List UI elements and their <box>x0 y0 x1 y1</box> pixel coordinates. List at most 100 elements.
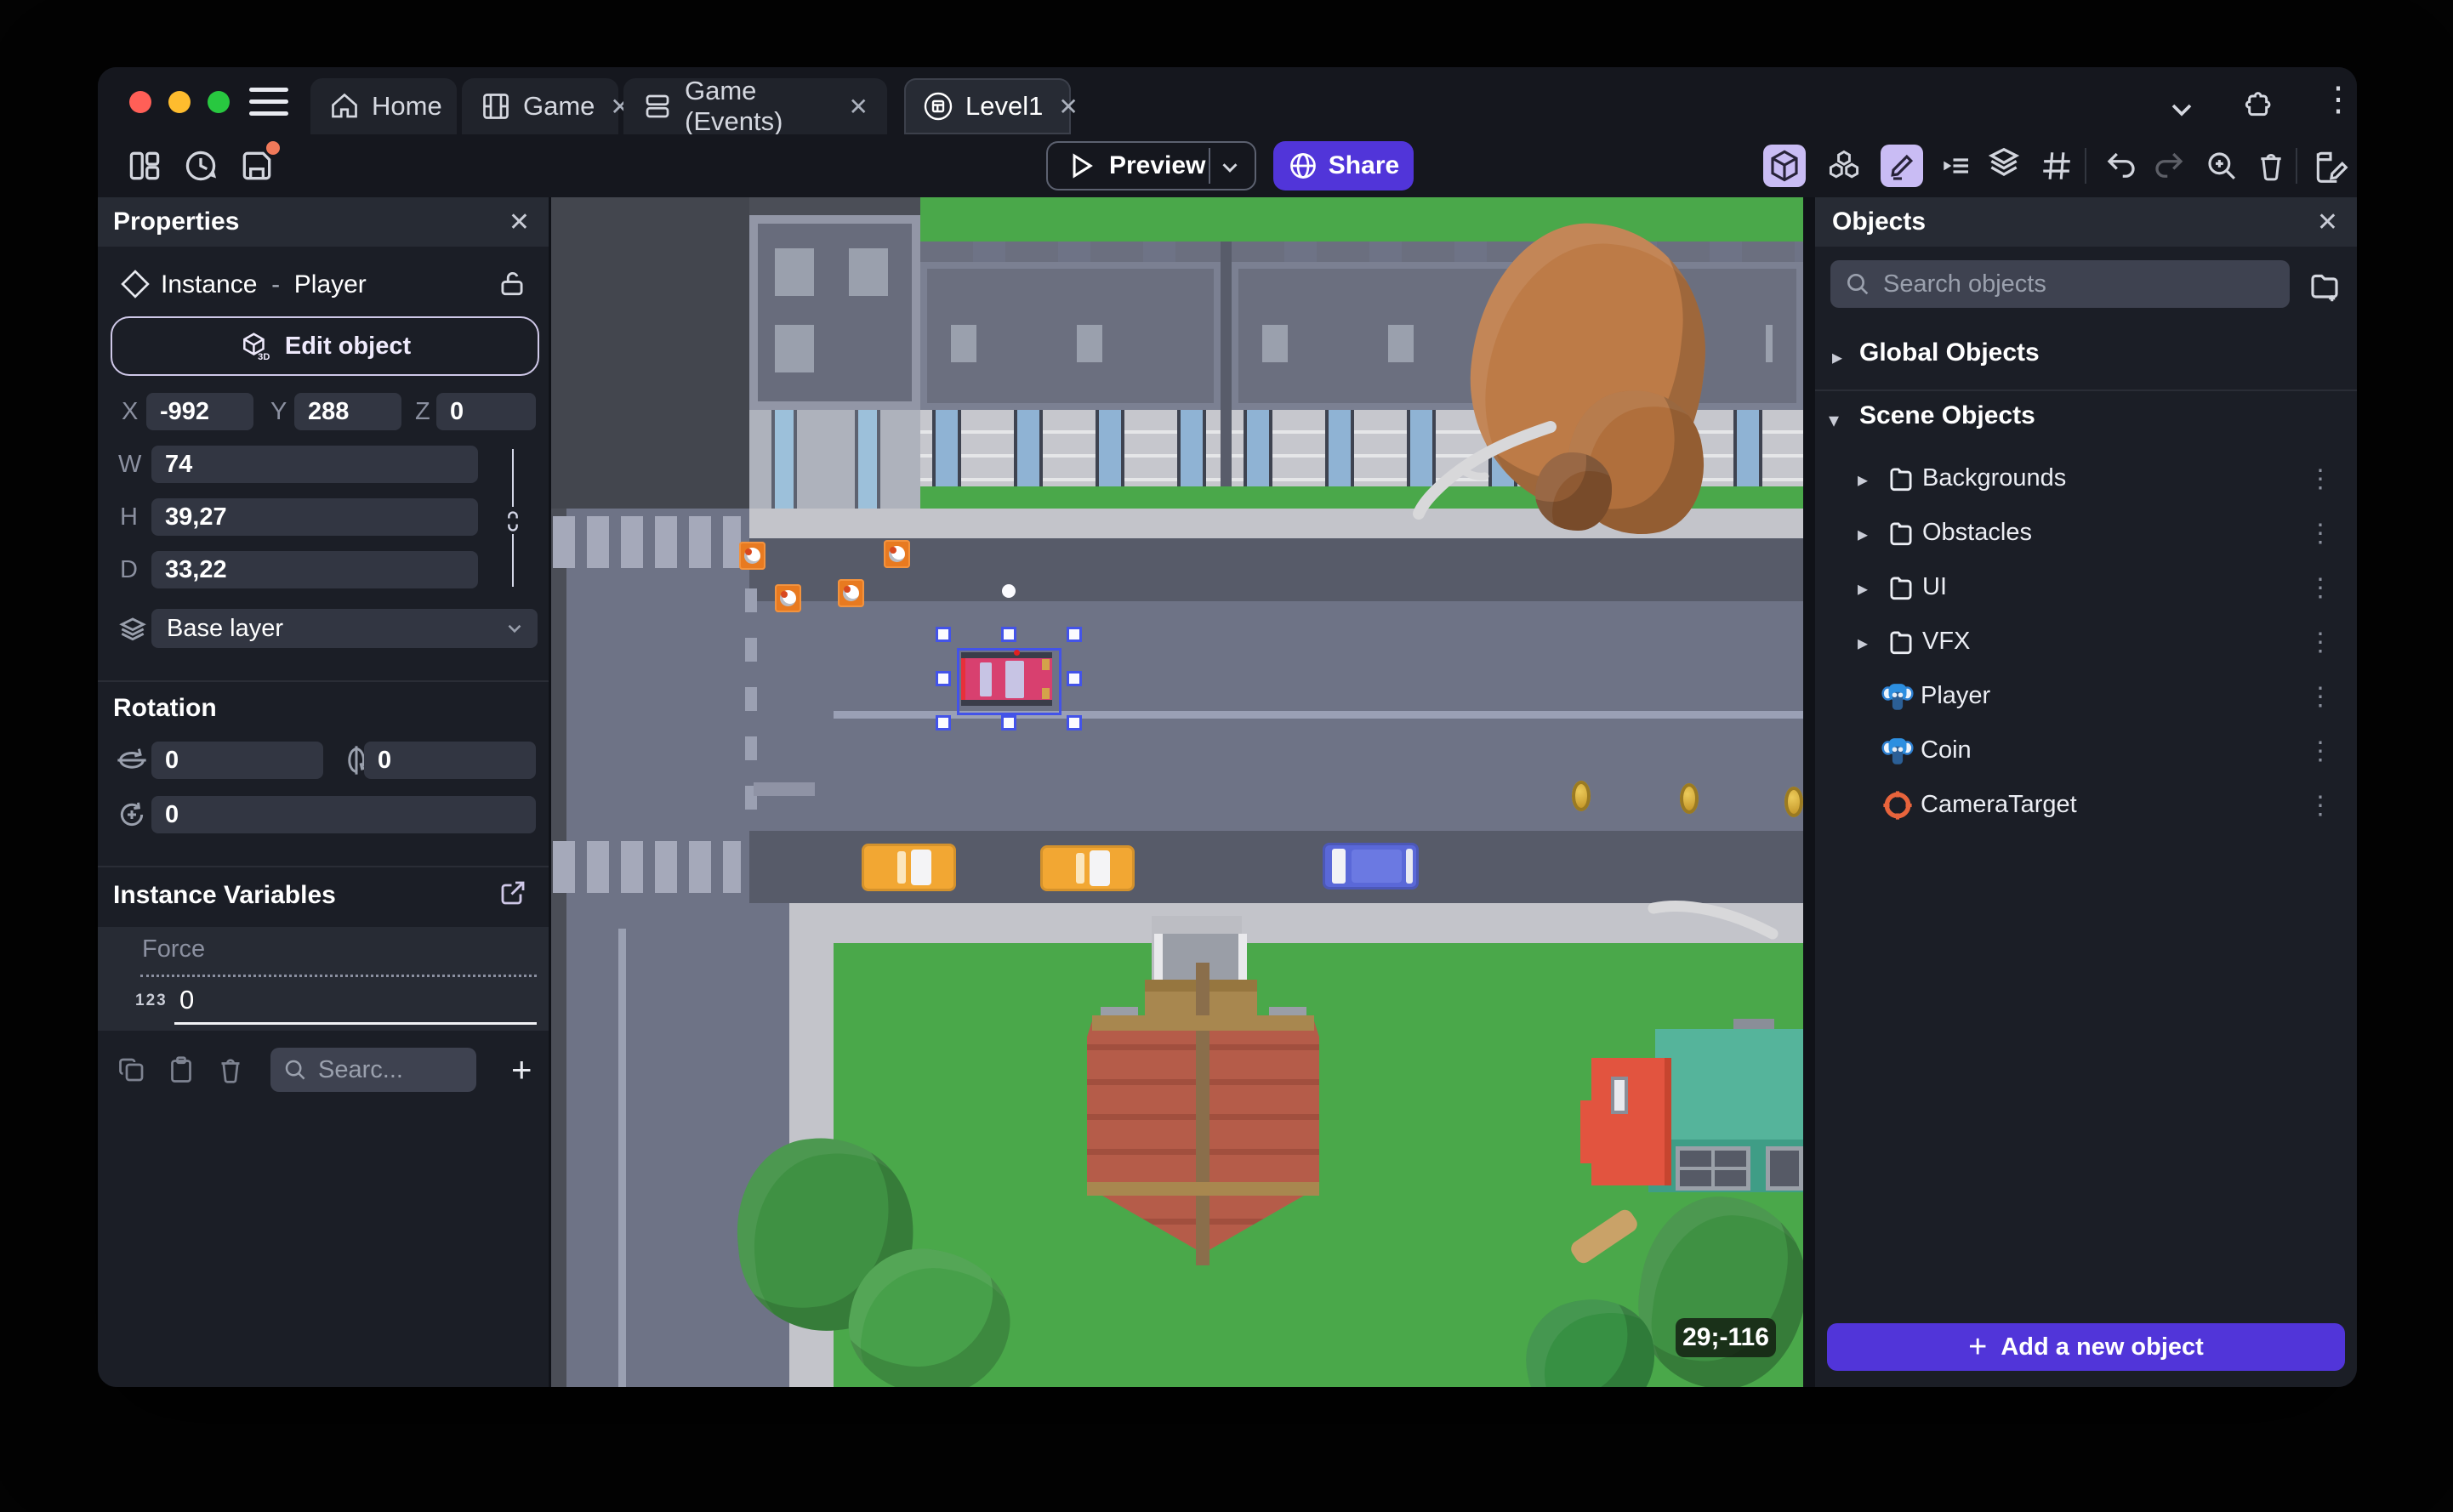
x-input[interactable] <box>146 393 253 430</box>
row-menu-icon[interactable]: ⋮ <box>2308 573 2333 603</box>
open-variables-dialog-icon[interactable] <box>498 878 528 908</box>
selection-handle-se[interactable] <box>1067 715 1082 730</box>
objects-search[interactable] <box>1830 260 2290 308</box>
object-item-cameratarget[interactable]: CameraTarget ⋮ <box>1815 779 2357 833</box>
row-menu-icon[interactable]: ⋮ <box>2308 791 2333 821</box>
tab-level1[interactable]: Level1 ✕ <box>904 78 1079 134</box>
instance-obstacle-car-yellow[interactable] <box>1040 845 1135 891</box>
fallen-branch-white[interactable] <box>1410 410 1563 520</box>
variables-search[interactable] <box>270 1048 476 1092</box>
traffic-light-close[interactable] <box>129 91 151 113</box>
tab-home[interactable]: Home <box>310 78 457 134</box>
folder-expander[interactable]: ▸ <box>1858 631 1868 656</box>
row-menu-icon[interactable]: ⋮ <box>2308 628 2333 657</box>
height-input[interactable] <box>151 498 478 536</box>
copy-icon[interactable] <box>117 1054 147 1085</box>
preview-chevron-down-icon[interactable] <box>1217 155 1243 180</box>
object-folder-backgrounds[interactable]: ▸ Backgrounds ⋮ <box>1815 452 2357 507</box>
instance-obstacle-car-blue[interactable] <box>1323 843 1419 890</box>
tab-game-events[interactable]: Game (Events) ✕ <box>623 76 887 136</box>
zoom-in-icon[interactable] <box>2200 145 2243 187</box>
layer-select[interactable]: Base layer <box>151 609 538 648</box>
instance-coin[interactable] <box>1680 783 1699 814</box>
object-folder-obstacles[interactable]: ▸ Obstacles ⋮ <box>1815 507 2357 561</box>
global-objects-expander[interactable]: ▸ <box>1832 345 1842 370</box>
folder-expander[interactable]: ▸ <box>1858 468 1868 492</box>
tab-close-icon[interactable]: ✕ <box>1058 93 1078 121</box>
delete-icon[interactable] <box>2250 145 2292 187</box>
selection-handle-nw[interactable] <box>936 627 951 642</box>
y-input[interactable] <box>294 393 401 430</box>
instances-list-icon[interactable] <box>1935 145 1978 187</box>
layers-icon[interactable] <box>1983 145 2025 187</box>
close-objects-icon[interactable]: ✕ <box>2317 207 2338 237</box>
extensions-puzzle-icon[interactable] <box>2238 88 2275 122</box>
rotation-y-input[interactable] <box>364 742 536 779</box>
link-dimensions-icon[interactable] <box>501 509 525 534</box>
folder-expander[interactable]: ▸ <box>1858 522 1868 547</box>
folder-expander[interactable]: ▸ <box>1858 577 1868 601</box>
z-input[interactable] <box>436 393 536 430</box>
row-menu-icon[interactable]: ⋮ <box>2308 519 2333 549</box>
selection-handle-e[interactable] <box>1067 671 1082 686</box>
rotation-z-input[interactable] <box>151 796 536 833</box>
paste-icon[interactable] <box>166 1054 196 1085</box>
traffic-light-minimize[interactable] <box>168 91 191 113</box>
edit-mode-pencil-icon[interactable] <box>1881 145 1923 187</box>
selection-handle-ne[interactable] <box>1067 627 1082 642</box>
share-button[interactable]: Share <box>1273 141 1414 190</box>
global-objects-group[interactable]: Global Objects <box>1859 338 2040 367</box>
object-item-player[interactable]: Player ⋮ <box>1815 670 2357 725</box>
row-menu-icon[interactable]: ⋮ <box>2308 682 2333 712</box>
teal-building-entrance[interactable] <box>1591 1058 1671 1185</box>
fallen-branch-white-2[interactable] <box>1645 893 1781 944</box>
object-folder-ui[interactable]: ▸ UI ⋮ <box>1815 561 2357 616</box>
layout-panels-icon[interactable] <box>123 145 166 187</box>
window-chevron-down-icon[interactable] <box>2163 93 2200 127</box>
instance-vfx[interactable] <box>739 542 765 570</box>
rotation-x-input[interactable] <box>151 742 323 779</box>
selection-handle-sw[interactable] <box>936 715 951 730</box>
scene-canvas[interactable]: 29;-116 <box>551 197 1803 1387</box>
save-icon[interactable] <box>236 141 280 187</box>
object-item-coin[interactable]: Coin ⋮ <box>1815 725 2357 779</box>
edit-object-button[interactable]: 3D Edit object <box>111 316 539 376</box>
tab-game[interactable]: Game ✕ <box>462 78 630 134</box>
add-variable-icon[interactable]: + <box>511 1049 532 1090</box>
variables-search-input[interactable] <box>316 1054 464 1085</box>
selection-handle-s[interactable] <box>1001 715 1016 730</box>
view-3d-toggle-icon[interactable] <box>1763 145 1806 187</box>
tab-close-icon[interactable]: ✕ <box>849 93 868 121</box>
selection-handle-w[interactable] <box>936 671 951 686</box>
lock-open-icon[interactable] <box>496 267 528 299</box>
browser-menu-icon[interactable]: ⋮ <box>2319 82 2357 118</box>
add-folder-icon[interactable] <box>2307 267 2342 303</box>
preview-button[interactable]: Preview <box>1046 141 1256 190</box>
add-new-object-button[interactable]: + Add a new object <box>1827 1323 2345 1371</box>
history-icon[interactable] <box>179 145 222 187</box>
instance-coin[interactable] <box>1572 781 1591 811</box>
grid-icon[interactable] <box>2035 145 2078 187</box>
redo-icon[interactable] <box>2148 145 2190 187</box>
close-properties-icon[interactable]: ✕ <box>509 207 530 237</box>
undo-icon[interactable] <box>2100 145 2143 187</box>
edit-scene-properties-icon[interactable] <box>2309 145 2352 187</box>
scene-objects-expander[interactable]: ▾ <box>1829 408 1839 433</box>
traffic-light-zoom[interactable] <box>208 91 230 113</box>
instance-coin[interactable] <box>1784 787 1803 817</box>
variable-value[interactable]: 0 <box>179 985 194 1015</box>
instance-vfx[interactable] <box>775 584 801 612</box>
teal-building-roof[interactable] <box>1655 1029 1803 1140</box>
variable-row[interactable]: Force 123 0 <box>98 927 549 1031</box>
main-menu-icon[interactable] <box>249 88 288 117</box>
rotate-handle[interactable] <box>1002 584 1016 598</box>
scene-objects-group[interactable]: Scene Objects <box>1859 401 2035 430</box>
object-folder-vfx[interactable]: ▸ VFX ⋮ <box>1815 616 2357 670</box>
selection-handle-n[interactable] <box>1001 627 1016 642</box>
row-menu-icon[interactable]: ⋮ <box>2308 736 2333 766</box>
depth-input[interactable] <box>151 551 478 588</box>
instance-obstacle-car-yellow[interactable] <box>862 844 956 891</box>
delete-variable-icon[interactable] <box>215 1054 246 1085</box>
row-menu-icon[interactable]: ⋮ <box>2308 464 2333 494</box>
instances-icon[interactable] <box>1823 145 1865 187</box>
